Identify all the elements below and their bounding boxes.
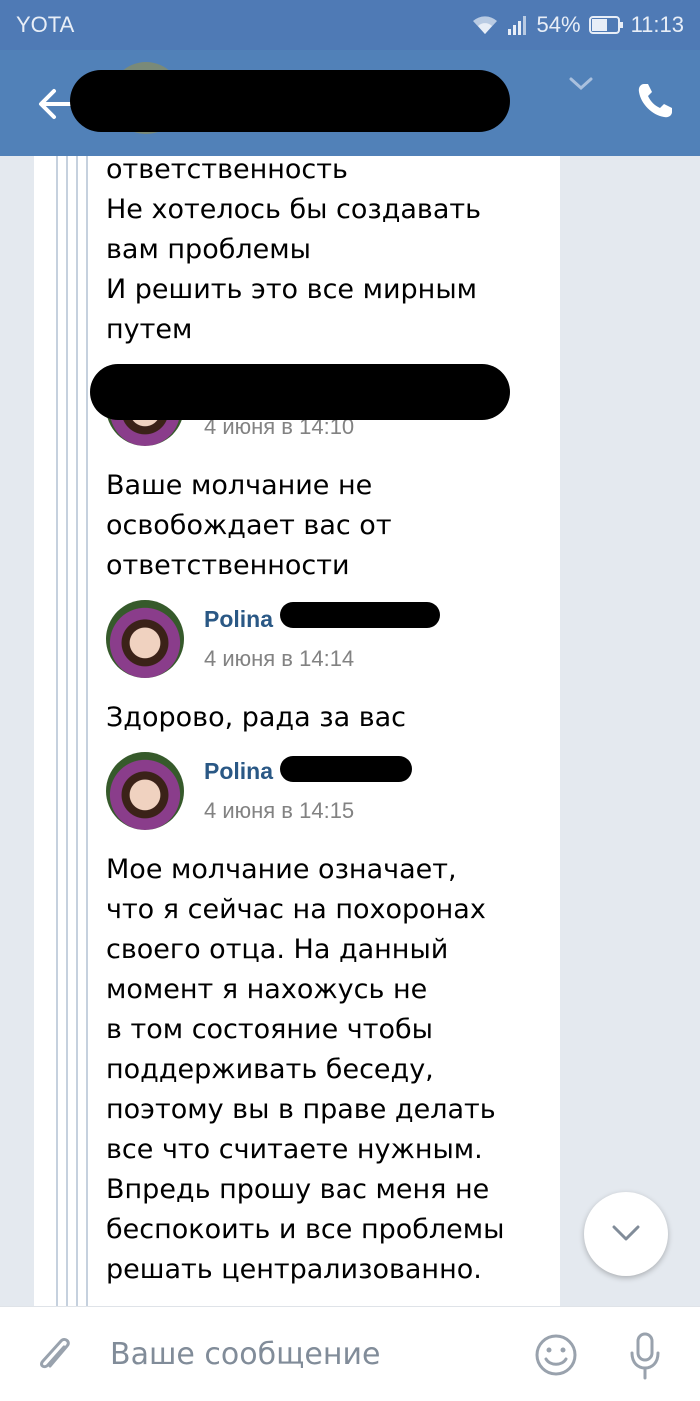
phone-icon[interactable] (634, 80, 676, 122)
thread-rail (56, 156, 58, 1306)
thread-rail (66, 156, 68, 1306)
message-text: Ваше молчание не освобождает вас от отве… (106, 470, 392, 581)
redaction-mark (280, 756, 412, 782)
message-timestamp: 4 июня в 14:15 (204, 798, 355, 823)
message-list[interactable]: ответственность Не хотелось бы создавать… (34, 156, 560, 1306)
redaction-mark (280, 602, 440, 628)
thread-rail (76, 156, 78, 1306)
status-icons: 54% 11:13 (471, 12, 684, 38)
avatar[interactable] (106, 752, 184, 830)
thread-rail (86, 156, 88, 1306)
message-text: ответственность Не хотелось бы создавать… (106, 156, 482, 345)
redaction-mark (70, 70, 510, 132)
message-composer (0, 1306, 700, 1401)
author-name[interactable]: Polina (204, 758, 273, 785)
paperclip-icon[interactable] (34, 1333, 76, 1379)
microphone-icon[interactable] (628, 1331, 662, 1381)
chevron-down-icon[interactable] (566, 74, 596, 94)
message-text: Мое молчание означает, что я сейчас на п… (106, 854, 505, 1285)
avatar[interactable] (106, 600, 184, 678)
message-text: Здорово, рада за вас (106, 702, 407, 733)
carrier-label: YOTA (16, 12, 75, 37)
message-input[interactable] (108, 1329, 512, 1379)
emoji-icon[interactable] (534, 1333, 578, 1377)
scroll-down-button[interactable] (584, 1192, 668, 1276)
message-timestamp: 4 июня в 14:14 (204, 646, 355, 671)
chat-header: ир... (0, 50, 700, 156)
wifi-icon (472, 16, 497, 34)
clock: 11:13 (630, 12, 684, 37)
chevron-down-icon (612, 1225, 640, 1241)
signal-icon (507, 16, 526, 35)
battery-percent: 54% (536, 12, 581, 37)
status-bar: YOTA 54% 11:13 (0, 0, 700, 50)
author-name[interactable]: Polina (204, 606, 273, 633)
redaction-mark (90, 364, 510, 420)
battery-icon (588, 16, 623, 34)
